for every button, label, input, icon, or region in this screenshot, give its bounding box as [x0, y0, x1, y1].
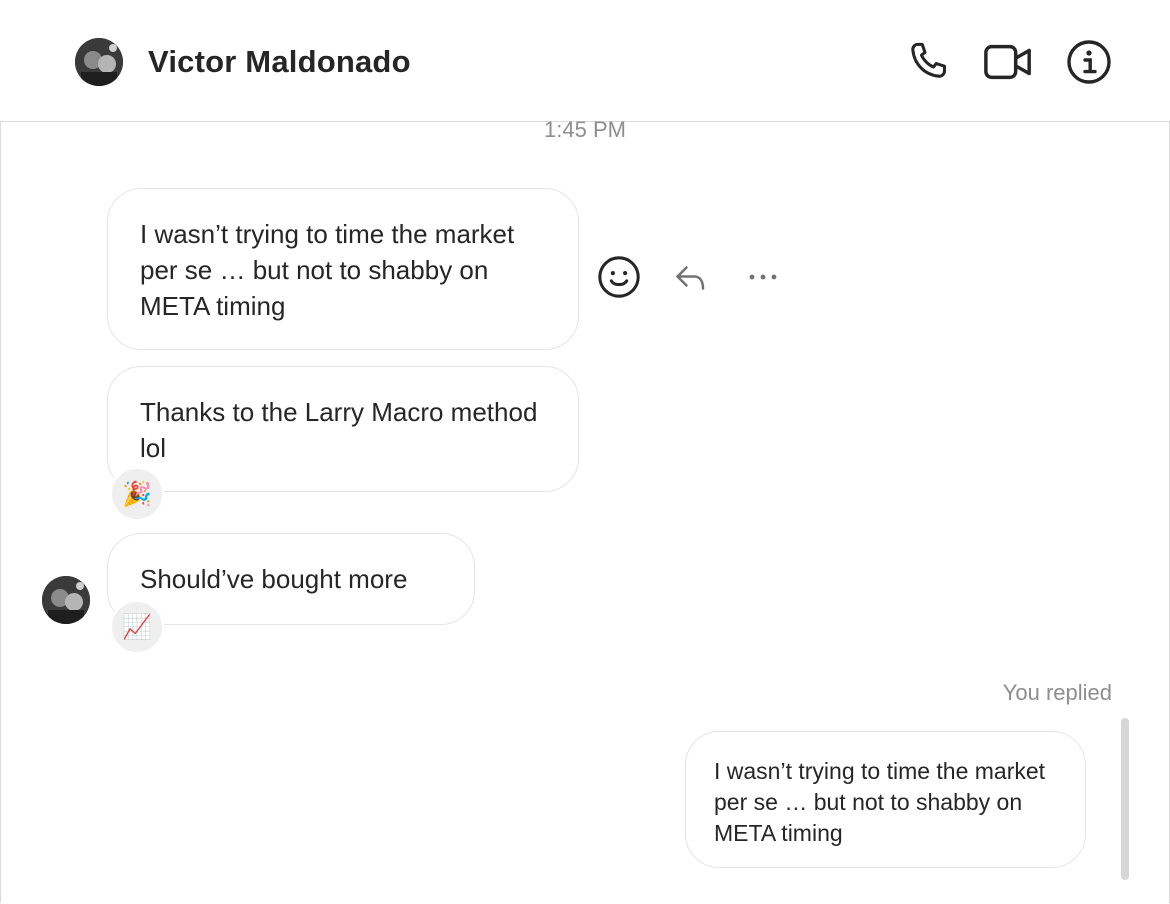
- chart-increasing-icon: 📈: [122, 613, 152, 641]
- reply-button[interactable]: [670, 258, 712, 298]
- video-camera-icon: [984, 44, 1031, 80]
- message-text: I wasn’t trying to time the market per s…: [140, 219, 515, 321]
- message-text: Thanks to the Larry Macro method lol: [140, 397, 538, 463]
- message-bubble[interactable]: I wasn’t trying to time the market per s…: [107, 188, 579, 350]
- call-button[interactable]: [903, 37, 953, 87]
- conversation-header: Victor Maldonado: [0, 0, 1170, 122]
- smiley-icon: [598, 256, 640, 298]
- phone-icon: [911, 42, 947, 78]
- conversation-info-button[interactable]: [1064, 37, 1114, 87]
- more-options-button[interactable]: [742, 262, 784, 292]
- message-reaction[interactable]: 📈: [110, 600, 164, 654]
- you-replied-label: You replied: [1002, 680, 1112, 705]
- avatar-photo-icon: [42, 576, 90, 624]
- video-call-button[interactable]: [983, 37, 1033, 87]
- party-popper-icon: 🎉: [122, 480, 152, 508]
- message-text: Should’ve bought more: [140, 564, 408, 594]
- scrollbar[interactable]: [1121, 718, 1129, 880]
- reply-text: I wasn’t trying to time the market per s…: [714, 758, 1046, 846]
- react-button[interactable]: [594, 252, 644, 302]
- contact-avatar[interactable]: [75, 38, 123, 86]
- info-icon: [1067, 40, 1111, 84]
- reply-bubble[interactable]: I wasn’t trying to time the market per s…: [685, 731, 1086, 868]
- more-dots-icon: [749, 274, 777, 280]
- message-timestamp: 1:45 PM: [544, 117, 626, 142]
- message-reaction[interactable]: 🎉: [110, 467, 164, 521]
- reply-arrow-icon: [676, 266, 705, 290]
- message-bubble[interactable]: Should’ve bought more: [107, 533, 475, 625]
- avatar-photo-icon: [75, 38, 123, 86]
- contact-name[interactable]: Victor Maldonado: [148, 44, 411, 80]
- message-bubble[interactable]: Thanks to the Larry Macro method lol: [107, 366, 579, 492]
- sender-avatar[interactable]: [42, 576, 90, 624]
